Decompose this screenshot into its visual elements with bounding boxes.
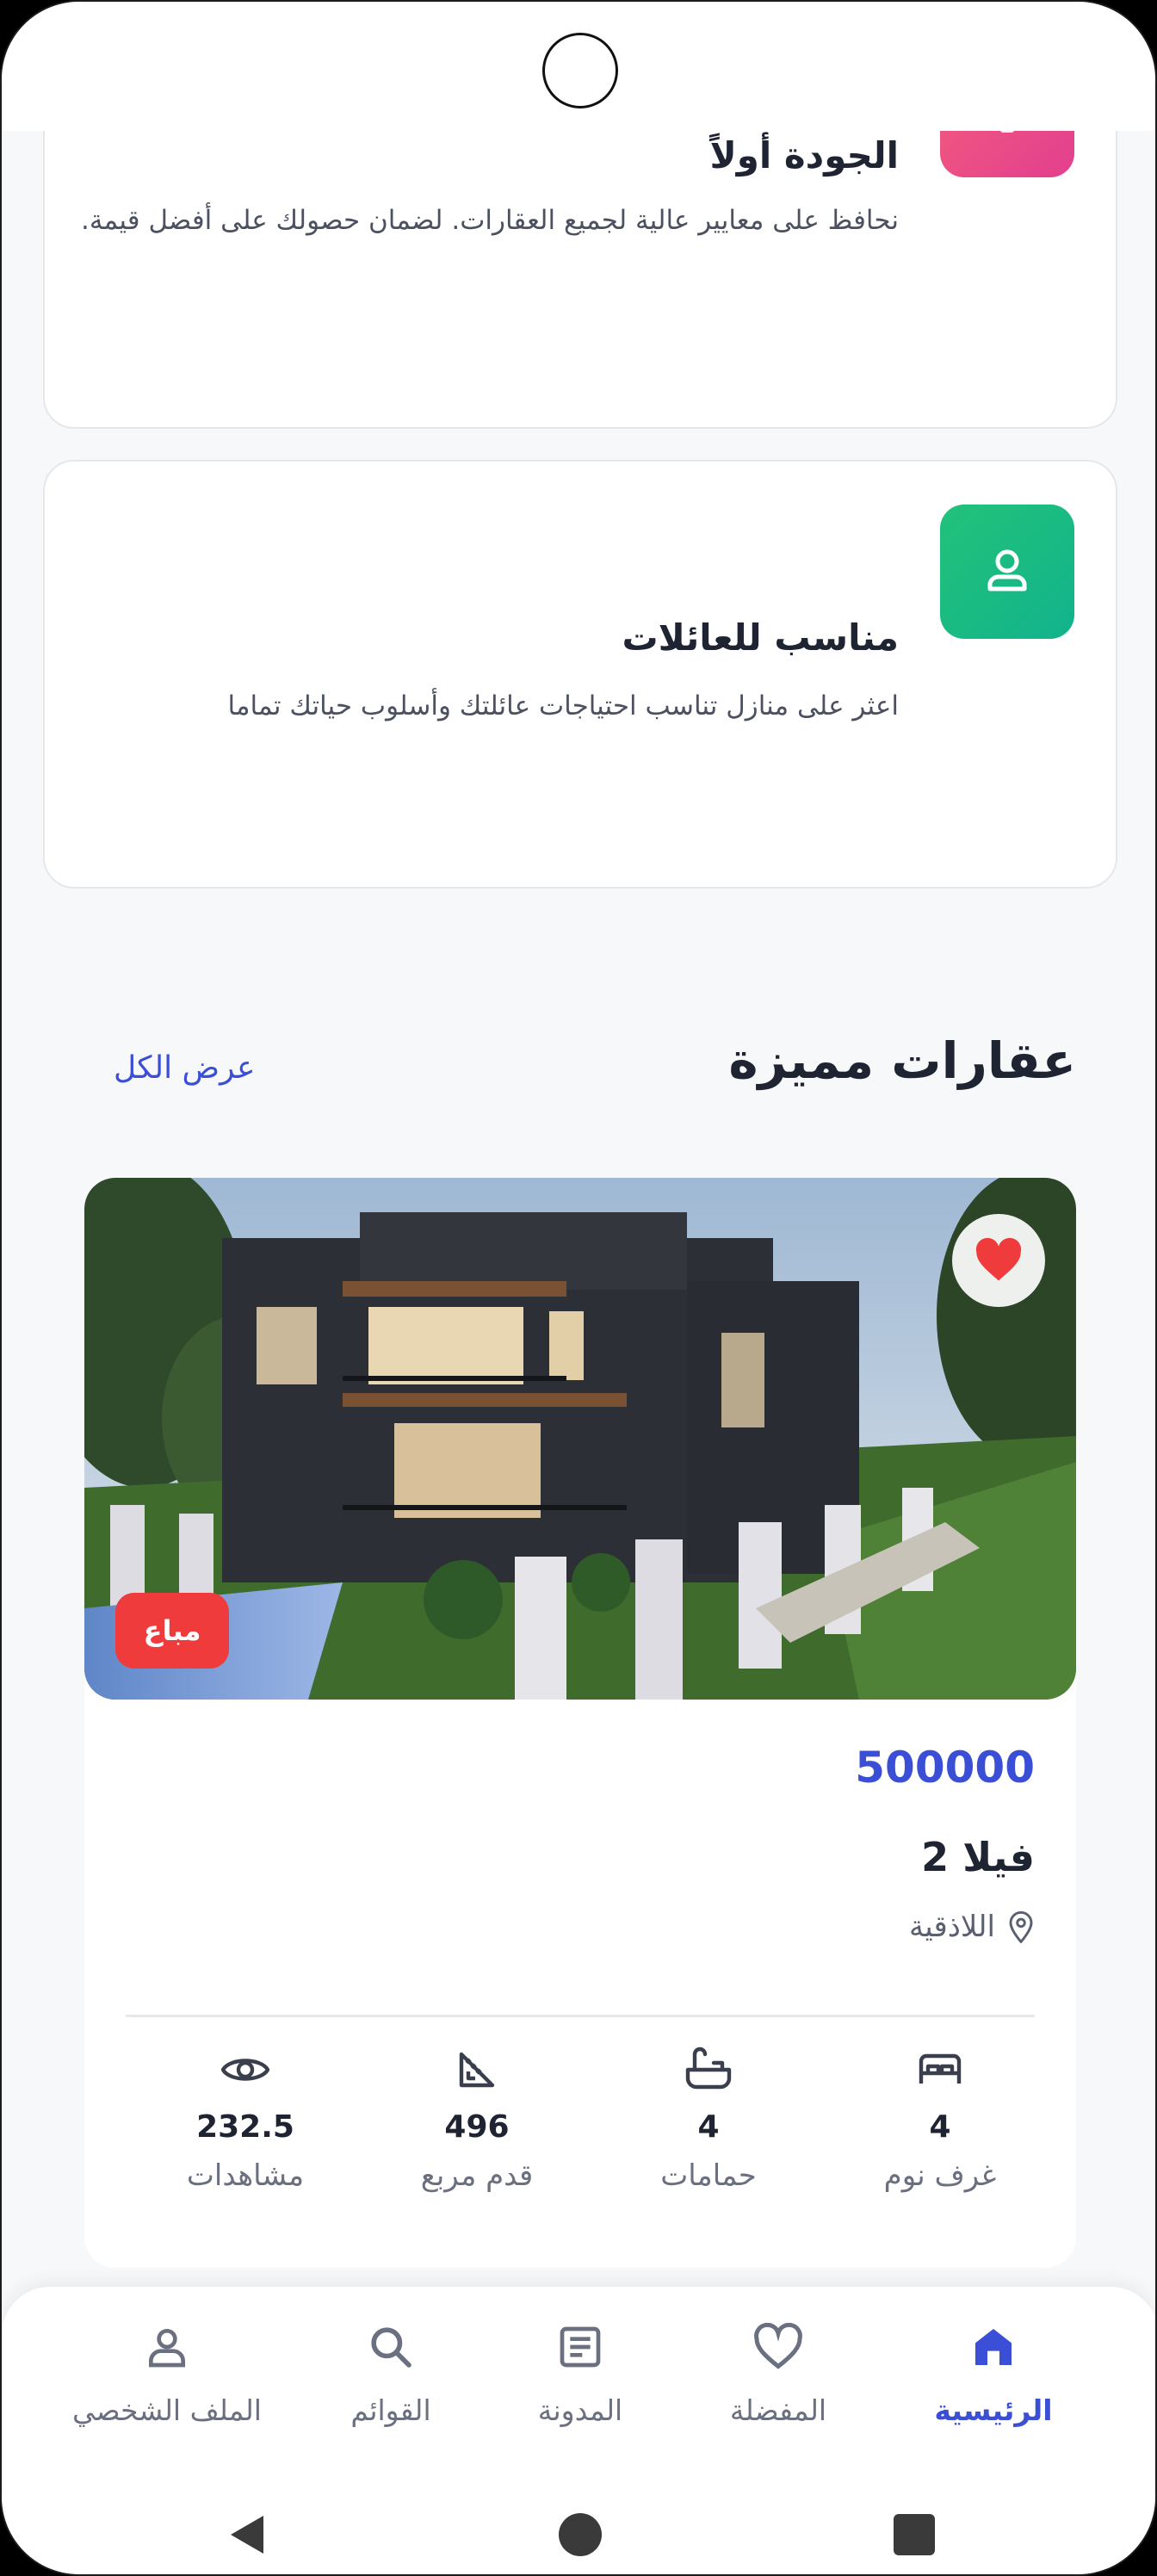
stat-value: 4 (929, 2109, 951, 2145)
nav-label: المفضلة (729, 2393, 827, 2427)
user-icon (940, 505, 1074, 639)
heart-icon (666, 2316, 890, 2378)
feature-description: نحافظ على معايير عالية لجميع العقارات. ل… (81, 205, 899, 236)
back-icon[interactable] (222, 2511, 270, 2559)
nav-label: القوائم (350, 2393, 431, 2427)
system-navigation-bar (2, 2485, 1155, 2574)
location-label: اللاذقية (909, 1910, 995, 1944)
home-icon (882, 2316, 1105, 2378)
feature-card-family: مناسب للعائلات اعثر على منازل تناسب احتي… (43, 460, 1117, 889)
camera-cutout (542, 33, 618, 108)
view-all-link[interactable]: عرض الكل (114, 1050, 255, 1086)
stat-label: غرف نوم (883, 2158, 997, 2193)
recents-icon[interactable] (890, 2511, 938, 2559)
nav-favorites[interactable]: المفضلة (666, 2316, 890, 2427)
property-image[interactable]: مباع (84, 1178, 1076, 1700)
feature-description: اعثر على منازل تناسب احتياجات عائلتك وأس… (227, 690, 899, 721)
stat-value: 232.5 (196, 2109, 294, 2145)
nav-home[interactable]: الرئيسية (882, 2316, 1105, 2427)
property-price: 500000 (855, 1743, 1035, 1793)
nav-profile[interactable]: الملف الشخصي (38, 2316, 296, 2427)
home-circle-icon[interactable] (556, 2511, 604, 2559)
status-bar (2, 2, 1155, 131)
feature-title: مناسب للعائلات (622, 616, 899, 659)
feature-title: الجودة أولاً (709, 134, 899, 176)
nav-label: الرئيسية (934, 2393, 1053, 2427)
stat-bedrooms: 4 غرف نوم (845, 2039, 1035, 2193)
nav-label: الملف الشخصي (72, 2393, 262, 2427)
phone-screen: الجودة أولاً نحافظ على معايير عالية لجمي… (0, 0, 1157, 2576)
bed-icon (845, 2039, 1035, 2101)
bottom-navigation: الرئيسية المفضلة المدونة القوائم الملف ا… (2, 2287, 1155, 2485)
property-name: فيلا 2 (921, 1834, 1035, 1880)
stat-views: 232.5 مشاهدات (151, 2039, 340, 2193)
stat-label: حمامات (660, 2158, 757, 2193)
nav-listings[interactable]: القوائم (279, 2316, 503, 2427)
featured-section-title: عقارات مميزة (728, 1031, 1076, 1090)
stat-value: 496 (444, 2109, 510, 2145)
stat-label: قدم مربع (420, 2158, 534, 2193)
property-location: اللاذقية (909, 1910, 1035, 1944)
property-stats: 4 غرف نوم 4 حمامات 496 قدم مربع 232.5 مش… (84, 2039, 1076, 2211)
location-pin-icon (1009, 1910, 1033, 1943)
divider (126, 2015, 1035, 2017)
eye-icon (151, 2039, 340, 2101)
bathtub-icon (614, 2039, 803, 2101)
profile-icon (38, 2316, 296, 2378)
area-ruler-icon (382, 2039, 572, 2101)
property-card[interactable]: مباع 500000 فيلا 2 اللاذقية 4 غرف نوم 4 … (84, 1178, 1076, 2268)
stat-area: 496 قدم مربع (382, 2039, 572, 2193)
stat-value: 4 (697, 2109, 720, 2145)
heart-filled-icon (975, 1238, 1022, 1281)
status-badge: مباع (115, 1593, 229, 1669)
stat-label: مشاهدات (186, 2158, 305, 2193)
home-content: الجودة أولاً نحافظ على معايير عالية لجمي… (2, 2, 1155, 2574)
stat-bathrooms: 4 حمامات (614, 2039, 803, 2193)
search-icon (279, 2316, 503, 2378)
favorite-button[interactable] (952, 1214, 1045, 1307)
